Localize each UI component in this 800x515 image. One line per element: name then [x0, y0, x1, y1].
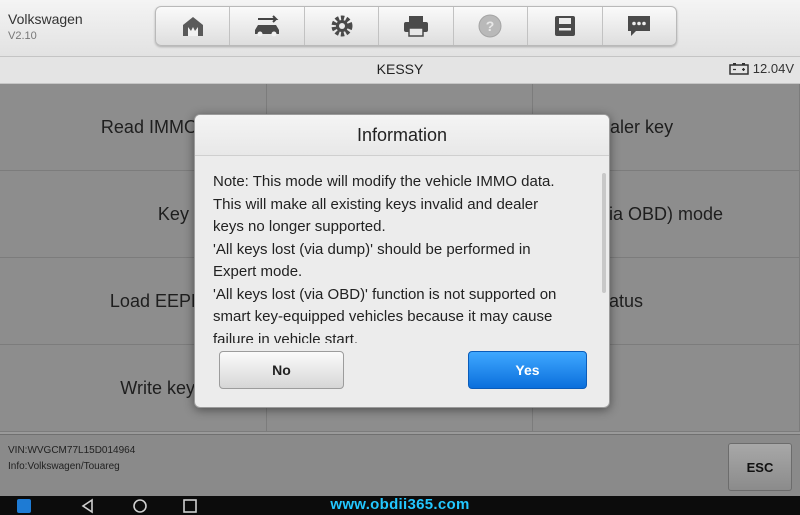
- help-button[interactable]: ?: [454, 7, 529, 45]
- save-icon: [554, 16, 575, 36]
- dialog-title: Information: [195, 115, 609, 156]
- information-dialog: Information Note: This mode will modify …: [194, 114, 610, 408]
- save-button[interactable]: [528, 7, 603, 45]
- message-line: Expert mode.: [213, 263, 303, 280]
- message-line: 'All keys lost (via dump)' should be per…: [213, 240, 531, 258]
- feedback-icon: [628, 16, 651, 36]
- vehicle-swap-icon: [255, 15, 280, 37]
- message-line: smart key-equipped vehicles because it m…: [213, 308, 553, 325]
- page-title: KESSY: [376, 61, 424, 77]
- no-button[interactable]: No: [219, 351, 344, 389]
- yes-button[interactable]: Yes: [468, 351, 587, 389]
- message-line: keys no longer supported.: [213, 218, 386, 235]
- settings-button[interactable]: [305, 7, 380, 45]
- dialog-scrollbar[interactable]: [602, 173, 606, 293]
- home-button[interactable]: [156, 7, 231, 45]
- battery-icon: [729, 62, 749, 75]
- footer-bar: VIN:WVGCM77L15D014964 Info:Volkswagen/To…: [0, 434, 800, 497]
- app-version: V2.10: [8, 30, 37, 42]
- battery-status: 12.04V: [729, 61, 794, 76]
- message-line: Note: This mode will modify the vehicle …: [213, 173, 555, 190]
- toolbar-buttons: ?: [155, 6, 677, 46]
- message-line: failure in vehicle start.: [213, 330, 359, 344]
- watermark-url: www.obdii365.com: [330, 496, 470, 513]
- print-button[interactable]: [379, 7, 454, 45]
- dialog-message: Note: This mode will modify the vehicle …: [213, 171, 581, 343]
- vin-text: VIN:WVGCM77L15D014964: [8, 445, 136, 456]
- feedback-button[interactable]: [603, 7, 676, 45]
- top-toolbar: Volkswagen V2.10 ?: [0, 0, 800, 57]
- android-nav-bar: www.obdii365.com: [0, 496, 800, 515]
- battery-voltage: 12.04V: [752, 61, 794, 76]
- vehicle-info-text: Info:Volkswagen/Touareg: [8, 461, 120, 472]
- print-icon: [403, 16, 428, 37]
- help-icon: ?: [478, 14, 502, 38]
- title-bar: KESSY 12.04V: [0, 57, 800, 84]
- vehicle-swap-button[interactable]: [230, 7, 305, 45]
- app-name: Volkswagen: [8, 11, 83, 27]
- esc-button[interactable]: ESC: [728, 443, 792, 491]
- svg-text:?: ?: [486, 18, 495, 34]
- settings-icon: [331, 15, 353, 37]
- message-line: 'All keys lost (via OBD)' function is no…: [213, 285, 557, 303]
- home-icon: [182, 17, 203, 36]
- message-line: This will make all existing keys invalid…: [213, 195, 539, 213]
